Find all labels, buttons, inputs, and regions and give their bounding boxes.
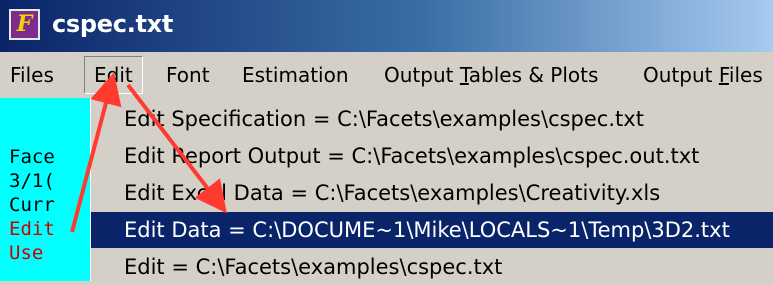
edit-dropdown-menu: Edit Specification = C:\Facets\examples\… — [90, 98, 773, 281]
menu-label-part: iles — [728, 63, 763, 87]
menu-item-edit-data[interactable]: Edit Data = C:\DOCUME~1\Mike\LOCALS~1\Te… — [91, 212, 773, 248]
output-text-panel: Face 3/1( Curr Edit Use — [0, 98, 98, 281]
menu-label-part: Output — [384, 63, 460, 87]
menu-font[interactable]: Font — [166, 56, 210, 94]
panel-line: Curr — [9, 194, 55, 216]
menu-accelerator: F — [718, 63, 729, 87]
menu-label-part: ables & Plots — [468, 63, 599, 87]
panel-line: Use — [9, 242, 44, 264]
facets-app-icon[interactable]: F — [9, 9, 40, 40]
title-bar: F cspec.txt — [0, 0, 773, 52]
menu-estimation[interactable]: Estimation — [242, 56, 349, 94]
menu-item-edit-file[interactable]: Edit = C:\Facets\examples\cspec.txt — [91, 249, 773, 285]
menu-files[interactable]: Files — [10, 56, 54, 94]
menu-item-edit-excel-data[interactable]: Edit Excel Data = C:\Facets\examples\Cre… — [91, 175, 773, 211]
menu-item-edit-specification[interactable]: Edit Specification = C:\Facets\examples\… — [91, 101, 773, 137]
menu-item-edit-report-output[interactable]: Edit Report Output = C:\Facets\examples\… — [91, 138, 773, 174]
panel-line: Face — [9, 146, 55, 168]
menu-output-tables-plots[interactable]: Output Tables & Plots — [384, 56, 598, 94]
menu-bar: Files Edit Font Estimation Output Tables… — [0, 52, 773, 98]
menu-accelerator: T — [459, 63, 469, 87]
menu-edit[interactable]: Edit — [84, 56, 143, 94]
menu-output-files[interactable]: Output Files — [643, 56, 763, 94]
panel-line: Edit — [9, 218, 55, 240]
window-title: cspec.txt — [52, 10, 174, 38]
panel-line: 3/1( — [9, 170, 55, 192]
menu-label-part: Output — [643, 63, 719, 87]
